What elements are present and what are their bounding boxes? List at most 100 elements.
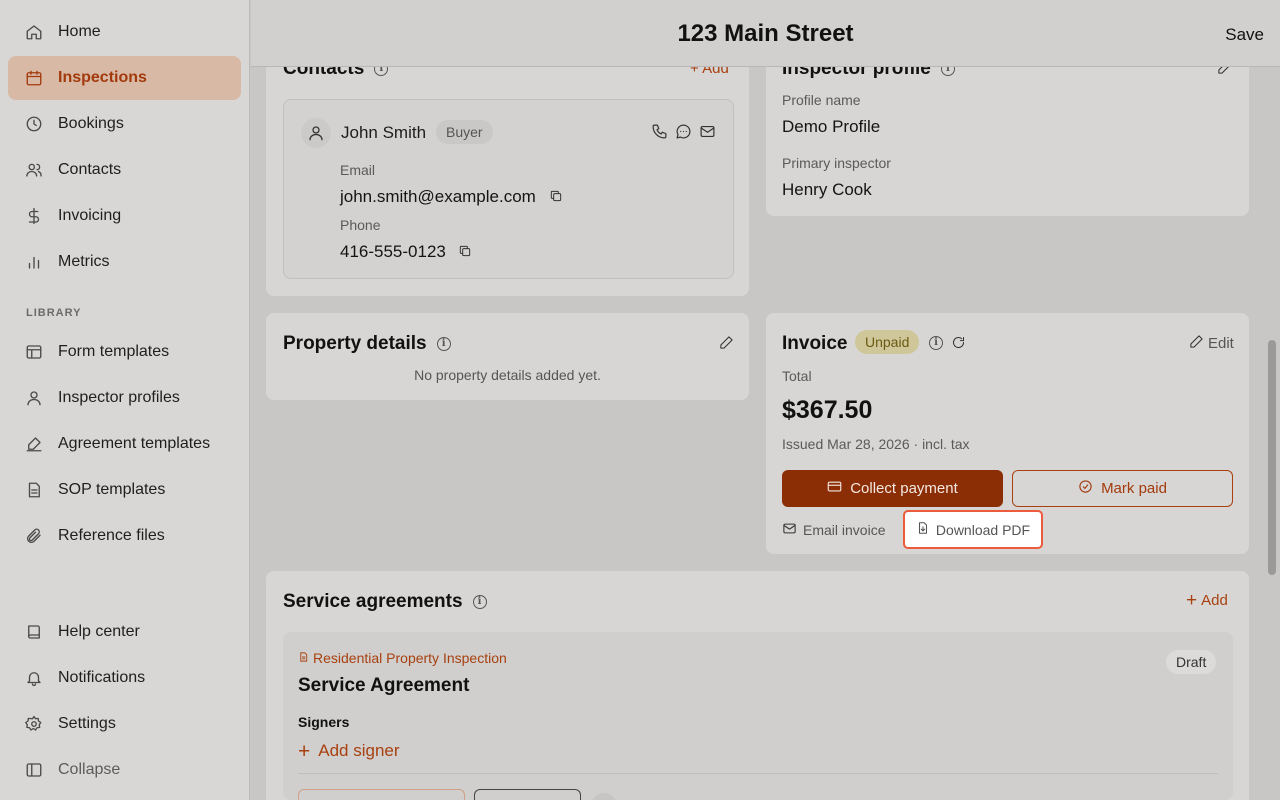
pencil-icon xyxy=(1189,334,1204,353)
primary-inspector-label: Primary inspector xyxy=(782,155,891,171)
sidebar-collapse-icon xyxy=(24,760,44,780)
sidebar: Home Inspections Bookings Contacts Invoi… xyxy=(0,0,250,800)
sidebar-item-label: Invoicing xyxy=(58,207,122,224)
agreement-item[interactable]: Residential Property Inspection Service … xyxy=(283,632,1233,800)
book-icon xyxy=(24,622,44,642)
invoice-total-label: Total xyxy=(782,368,812,384)
sidebar-item-label: Notifications xyxy=(58,669,146,686)
home-icon xyxy=(24,22,44,42)
sidebar-item-collapse[interactable]: Collapse xyxy=(8,748,241,792)
property-details-card xyxy=(266,313,749,400)
collect-payment-button[interactable]: Collect payment xyxy=(782,470,1003,507)
mail-icon[interactable] xyxy=(699,123,716,145)
sidebar-item-inspections[interactable]: Inspections xyxy=(8,56,241,100)
sidebar-item-label: Help center xyxy=(58,623,140,640)
mail-icon xyxy=(782,521,797,539)
more-options-button[interactable] xyxy=(591,793,617,800)
email-invoice-button[interactable]: Email invoice xyxy=(782,521,885,539)
sidebar-item-label: Settings xyxy=(58,715,116,732)
signers-label: Signers xyxy=(298,714,350,730)
invoice-title: Invoice xyxy=(782,333,848,354)
add-signer-button[interactable]: + Add signer xyxy=(298,739,400,763)
sidebar-item-contacts[interactable]: Contacts xyxy=(8,148,241,192)
user-icon xyxy=(24,388,44,408)
copy-icon[interactable] xyxy=(458,244,472,263)
signature-icon xyxy=(24,434,44,454)
contact-email: john.smith@example.com xyxy=(340,187,536,206)
sidebar-item-sop-templates[interactable]: SOP templates xyxy=(8,468,241,512)
calendar-icon xyxy=(24,68,44,88)
sidebar-item-label: Reference files xyxy=(58,527,165,544)
invoice-total: $367.50 xyxy=(782,396,873,424)
sidebar-item-bookings[interactable]: Bookings xyxy=(8,102,241,146)
copy-icon[interactable] xyxy=(549,189,563,208)
add-agreement-button[interactable]: + Add xyxy=(1186,590,1228,611)
info-icon[interactable]: i xyxy=(929,336,943,350)
agreement-title: Service Agreement xyxy=(298,675,470,696)
contact-phone: 416-555-0123 xyxy=(340,242,446,261)
sidebar-item-label: SOP templates xyxy=(58,481,166,498)
download-pdf-button[interactable]: Download PDF xyxy=(903,510,1043,549)
sidebar-item-help-center[interactable]: Help center xyxy=(8,610,241,654)
pencil-icon[interactable] xyxy=(719,335,734,355)
save-button[interactable]: Save xyxy=(1225,25,1264,45)
sidebar-item-label: Home xyxy=(58,23,101,40)
sidebar-item-settings[interactable]: Settings xyxy=(8,702,241,746)
sidebar-item-label: Form templates xyxy=(58,343,170,360)
profile-name-value: Demo Profile xyxy=(782,117,881,136)
scrollbar[interactable] xyxy=(1268,340,1276,575)
download-icon xyxy=(916,521,930,538)
info-icon[interactable]: i xyxy=(436,337,451,351)
sidebar-item-label: Inspections xyxy=(58,69,147,86)
sidebar-item-form-templates[interactable]: Form templates xyxy=(8,330,241,374)
invoice-edit-button[interactable]: Edit xyxy=(1189,334,1234,353)
bell-icon xyxy=(24,668,44,688)
divider xyxy=(298,773,1218,774)
property-details-title: Property details i xyxy=(283,333,451,355)
message-icon[interactable] xyxy=(675,123,692,145)
service-agreements-title: Service agreements i xyxy=(283,591,487,613)
profile-name-label: Profile name xyxy=(782,92,861,108)
credit-card-icon xyxy=(827,479,842,498)
sidebar-item-agreement-templates[interactable]: Agreement templates xyxy=(8,422,241,466)
clock-icon xyxy=(24,114,44,134)
file-icon xyxy=(298,650,309,666)
sidebar-item-label: Metrics xyxy=(58,253,110,270)
contact-name: John Smith xyxy=(341,123,427,142)
page-header: 123 Main Street Save xyxy=(251,0,1280,67)
refresh-icon[interactable] xyxy=(951,335,966,355)
sidebar-item-label: Bookings xyxy=(58,115,124,132)
sidebar-item-notifications[interactable]: Notifications xyxy=(8,656,241,700)
avatar xyxy=(301,118,331,148)
page-title: 123 Main Street xyxy=(677,20,854,47)
users-icon xyxy=(24,160,44,180)
dollar-icon xyxy=(24,206,44,226)
agreement-action-button[interactable] xyxy=(298,789,465,800)
bar-chart-icon xyxy=(24,252,44,272)
sidebar-item-metrics[interactable]: Metrics xyxy=(8,240,241,284)
plus-icon: + xyxy=(298,739,311,763)
agreement-template-link[interactable]: Residential Property Inspection xyxy=(298,650,507,666)
sidebar-item-label: Contacts xyxy=(58,161,122,178)
email-label: Email xyxy=(340,162,376,178)
sidebar-item-label: Inspector profiles xyxy=(58,389,180,406)
sidebar-item-inspector-profiles[interactable]: Inspector profiles xyxy=(8,376,241,420)
sidebar-item-label: Agreement templates xyxy=(58,435,211,452)
user-icon xyxy=(309,126,323,141)
mark-paid-button[interactable]: Mark paid xyxy=(1012,470,1233,507)
phone-label: Phone xyxy=(340,217,381,233)
sidebar-item-invoicing[interactable]: Invoicing xyxy=(8,194,241,238)
contact-role-badge: Buyer xyxy=(436,120,493,144)
agreement-secondary-button[interactable] xyxy=(474,789,581,800)
phone-icon[interactable] xyxy=(651,123,668,145)
plus-icon: + xyxy=(1186,590,1198,611)
layout-icon xyxy=(24,342,44,362)
library-section-label: LIBRARY xyxy=(26,307,82,319)
sidebar-item-home[interactable]: Home xyxy=(8,10,241,54)
sidebar-item-label: Collapse xyxy=(58,761,121,778)
primary-inspector-value: Henry Cook xyxy=(782,180,872,199)
paperclip-icon xyxy=(24,526,44,546)
info-icon[interactable]: i xyxy=(472,595,487,609)
file-text-icon xyxy=(24,480,44,500)
sidebar-item-reference-files[interactable]: Reference files xyxy=(8,514,241,558)
